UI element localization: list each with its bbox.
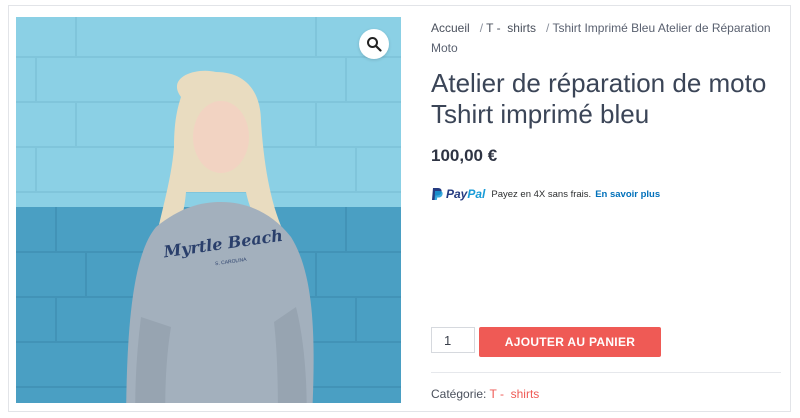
magnifier-icon: [367, 37, 382, 52]
paypal-word-pal: Pal: [467, 187, 486, 201]
breadcrumb: Accueil / T - shirts / Tshirt Imprimé Bl…: [431, 18, 781, 58]
breadcrumb-category-part2: shirts: [507, 21, 536, 35]
paypal-logo: PayPal: [431, 187, 485, 201]
product-category: Catégorie: T - shirts: [431, 387, 539, 401]
product-price: 100,00 €: [431, 146, 498, 165]
product-image[interactable]: Myrtle Beach S. CAROLINA: [16, 17, 401, 403]
category-link-part2: shirts: [510, 387, 540, 401]
paypal-message: PayPal Payez en 4X sans frais. En savoir…: [431, 186, 660, 202]
paypal-learn-more-link[interactable]: En savoir plus: [595, 189, 660, 200]
breadcrumb-home[interactable]: Accueil: [431, 21, 470, 35]
category-label: Catégorie:: [431, 387, 487, 401]
quantity-input[interactable]: [431, 327, 475, 353]
paypal-logo-icon: [432, 188, 443, 200]
product-title: Atelier de réparation de moto Tshirt imp…: [431, 68, 767, 129]
paypal-wordmark: PayPal: [446, 187, 485, 201]
add-to-cart-button[interactable]: AJOUTER AU PANIER: [479, 327, 661, 357]
paypal-text: Payez en 4X sans frais.: [491, 188, 592, 200]
category-link-part1: T -: [489, 387, 504, 401]
breadcrumb-category-part1: T -: [486, 21, 501, 35]
breadcrumb-separator: /: [545, 21, 550, 35]
photo-illustration: Myrtle Beach S. CAROLINA: [16, 17, 401, 403]
breadcrumb-separator: /: [479, 21, 484, 35]
breadcrumb-separator: [539, 21, 546, 35]
paypal-word-pay: Pay: [446, 187, 468, 201]
breadcrumb-separator: [473, 21, 480, 35]
zoom-button[interactable]: [359, 29, 389, 59]
category-link[interactable]: T - shirts: [490, 387, 540, 401]
divider: [431, 372, 781, 373]
breadcrumb-category[interactable]: T - shirts: [486, 21, 536, 35]
